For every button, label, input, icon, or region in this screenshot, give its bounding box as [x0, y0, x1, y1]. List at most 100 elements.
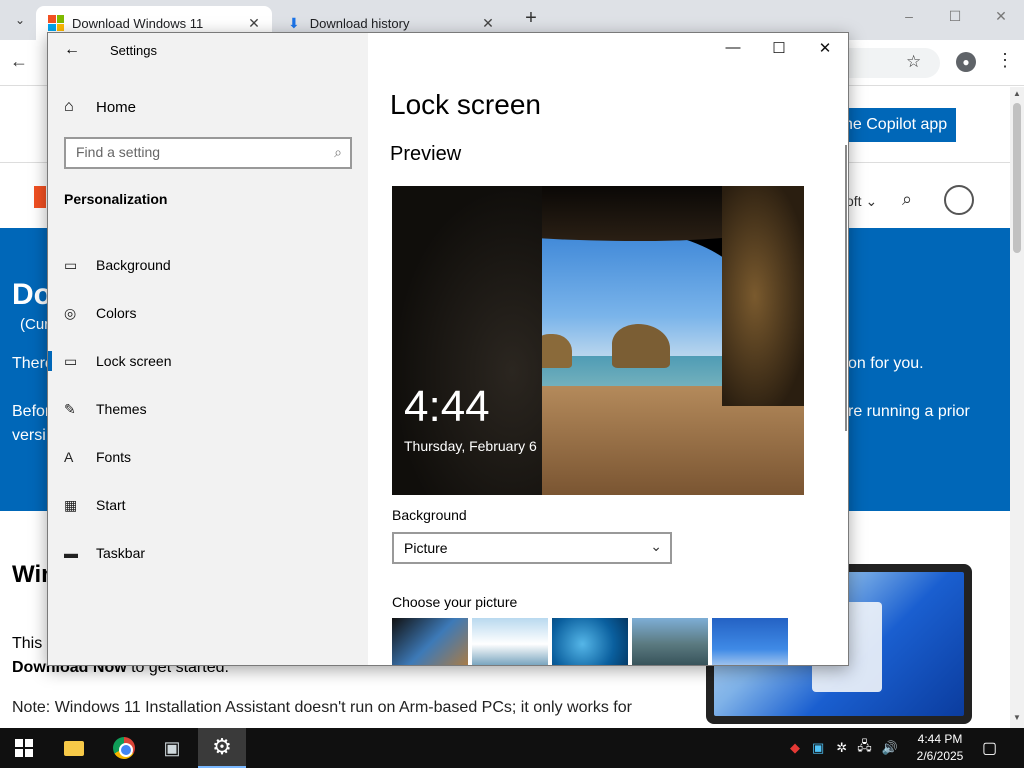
- lock-screen-preview: 4:44 Thursday, February 6: [392, 186, 804, 495]
- hero-paragraph: Befor: [12, 403, 51, 420]
- rock-islet: [612, 324, 670, 368]
- system-tray: ◆ ▣ ✲ 🖧 🔊: [790, 728, 898, 768]
- tab-close-icon[interactable]: ✕: [244, 15, 264, 32]
- picture-thumbnails: [392, 618, 788, 665]
- preview-time: 4:44: [404, 382, 490, 431]
- hero-paragraph: on for you.: [848, 355, 924, 372]
- browser-minimize-button[interactable]: –: [894, 8, 924, 30]
- background-value: Picture: [404, 540, 448, 556]
- settings-scrollbar[interactable]: [845, 145, 847, 431]
- scroll-down-icon[interactable]: ▼: [1013, 713, 1021, 722]
- windows-logo-icon: [48, 15, 64, 31]
- gear-icon: ⚙: [212, 734, 232, 759]
- home-nav-item[interactable]: ⌂ Home: [64, 97, 136, 117]
- network-icon[interactable]: 🖧: [857, 737, 872, 759]
- page-scrollbar[interactable]: ▲ ▼: [1010, 87, 1024, 728]
- start-icon: ▦: [64, 496, 78, 513]
- all-microsoft-menu[interactable]: oft ⌄: [846, 193, 877, 210]
- personalization-nav: ▭ Background ◎ Colors ▭ Lock screen ✎ Th…: [48, 241, 368, 577]
- back-arrow-icon[interactable]: ←: [64, 41, 80, 59]
- tab-close-icon[interactable]: ✕: [478, 15, 498, 32]
- volume-icon[interactable]: 🔊: [882, 740, 898, 756]
- preview-heading: Preview: [390, 143, 462, 165]
- find-setting-input[interactable]: Find a setting ⌕: [64, 137, 352, 169]
- nav-label: Taskbar: [96, 545, 146, 561]
- page-title: Lock screen: [390, 89, 541, 120]
- tray-app-icon[interactable]: ✲: [836, 740, 847, 756]
- hero-paragraph: re running a prior: [848, 403, 970, 420]
- chevron-down-icon: ⌄: [650, 538, 662, 554]
- download-icon: ⬇: [288, 14, 300, 31]
- palette-icon: ◎: [64, 304, 77, 321]
- browser-maximize-button[interactable]: ☐: [940, 8, 970, 30]
- notification-icon[interactable]: ▢: [982, 738, 997, 758]
- scroll-thumb[interactable]: [1013, 103, 1021, 253]
- nav-item-lock-screen[interactable]: ▭ Lock screen: [48, 337, 368, 385]
- picture-thumbnail[interactable]: [392, 618, 468, 665]
- background-label: Background: [392, 507, 467, 523]
- clock-time: 4:44 PM: [917, 732, 963, 746]
- back-arrow-icon[interactable]: ←: [10, 51, 28, 72]
- preview-date: Thursday, February 6: [404, 438, 537, 454]
- profile-avatar-icon[interactable]: ●: [956, 52, 976, 72]
- taskbar-file-explorer[interactable]: [50, 728, 98, 768]
- app-icon: ▣: [163, 737, 181, 758]
- nav-label: Start: [96, 497, 126, 513]
- picture-thumbnail[interactable]: [632, 618, 708, 665]
- nav-item-themes[interactable]: ✎ Themes: [48, 385, 368, 433]
- taskbar-chrome[interactable]: [100, 728, 148, 768]
- section-title: Personalization: [64, 191, 168, 207]
- home-icon: ⌂: [64, 98, 74, 115]
- tab-title: Download history: [309, 15, 410, 31]
- nav-label: Lock screen: [96, 353, 172, 369]
- nav-label: Themes: [96, 401, 147, 417]
- choose-picture-label: Choose your picture: [392, 594, 518, 610]
- hero-paragraph: versi: [12, 427, 46, 444]
- settings-sidebar: ← Settings ⌂ Home Find a setting ⌕ Perso…: [48, 33, 368, 665]
- tab-search-chevron-icon[interactable]: ⌄: [8, 8, 32, 32]
- tray-app-icon[interactable]: ▣: [812, 740, 824, 756]
- fonts-icon: A: [64, 449, 74, 465]
- scroll-up-icon[interactable]: ▲: [1013, 89, 1021, 98]
- picture-icon: ▭: [64, 256, 78, 273]
- start-button[interactable]: [0, 728, 48, 768]
- tray-app-icon[interactable]: ◆: [790, 740, 800, 756]
- settings-window: ← Settings ⌂ Home Find a setting ⌕ Perso…: [47, 32, 849, 666]
- search-icon[interactable]: ⌕: [902, 189, 912, 210]
- cave-wall-right: [722, 186, 804, 406]
- chrome-icon: [113, 737, 135, 759]
- taskbar-icon: ▬: [64, 545, 78, 561]
- account-icon[interactable]: [944, 185, 974, 215]
- nav-item-background[interactable]: ▭ Background: [48, 241, 368, 289]
- nav-item-taskbar[interactable]: ▬ Taskbar: [48, 529, 368, 577]
- themes-icon: ✎: [64, 400, 76, 417]
- browser-menu-icon[interactable]: ⋮: [996, 50, 1014, 71]
- bookmark-star-icon[interactable]: ☆: [906, 52, 921, 72]
- clock[interactable]: 4:44 PM 2/6/2025: [910, 731, 970, 765]
- picture-thumbnail[interactable]: [552, 618, 628, 665]
- nav-item-start[interactable]: ▦ Start: [48, 481, 368, 529]
- nav-item-colors[interactable]: ◎ Colors: [48, 289, 368, 337]
- search-placeholder: Find a setting: [76, 144, 161, 160]
- settings-title: Settings: [110, 43, 157, 58]
- home-label: Home: [96, 98, 137, 116]
- windows-start-icon: [15, 739, 33, 757]
- lock-screen-page: Lock screen Preview 4:44 Thursday, Febru…: [368, 33, 848, 665]
- address-bar[interactable]: [840, 48, 940, 78]
- nav-label: Fonts: [96, 449, 132, 465]
- folder-icon: [64, 740, 84, 756]
- hero-heading: Do: [12, 278, 52, 311]
- microsoft-logo-icon[interactable]: [34, 186, 46, 208]
- background-dropdown[interactable]: Picture ⌄: [392, 532, 672, 564]
- nav-item-fonts[interactable]: A Fonts: [48, 433, 368, 481]
- taskbar-settings[interactable]: ⚙: [198, 728, 246, 768]
- picture-thumbnail[interactable]: [472, 618, 548, 665]
- nav-label: Colors: [96, 305, 137, 321]
- browser-close-button[interactable]: ✕: [986, 8, 1016, 30]
- search-icon[interactable]: ⌕: [334, 144, 342, 161]
- picture-thumbnail[interactable]: [712, 618, 788, 665]
- new-tab-button[interactable]: +: [520, 8, 542, 30]
- clock-date: 2/6/2025: [916, 749, 964, 763]
- taskbar-app[interactable]: ▣: [148, 728, 196, 768]
- tab-title: Download Windows 11: [72, 15, 204, 31]
